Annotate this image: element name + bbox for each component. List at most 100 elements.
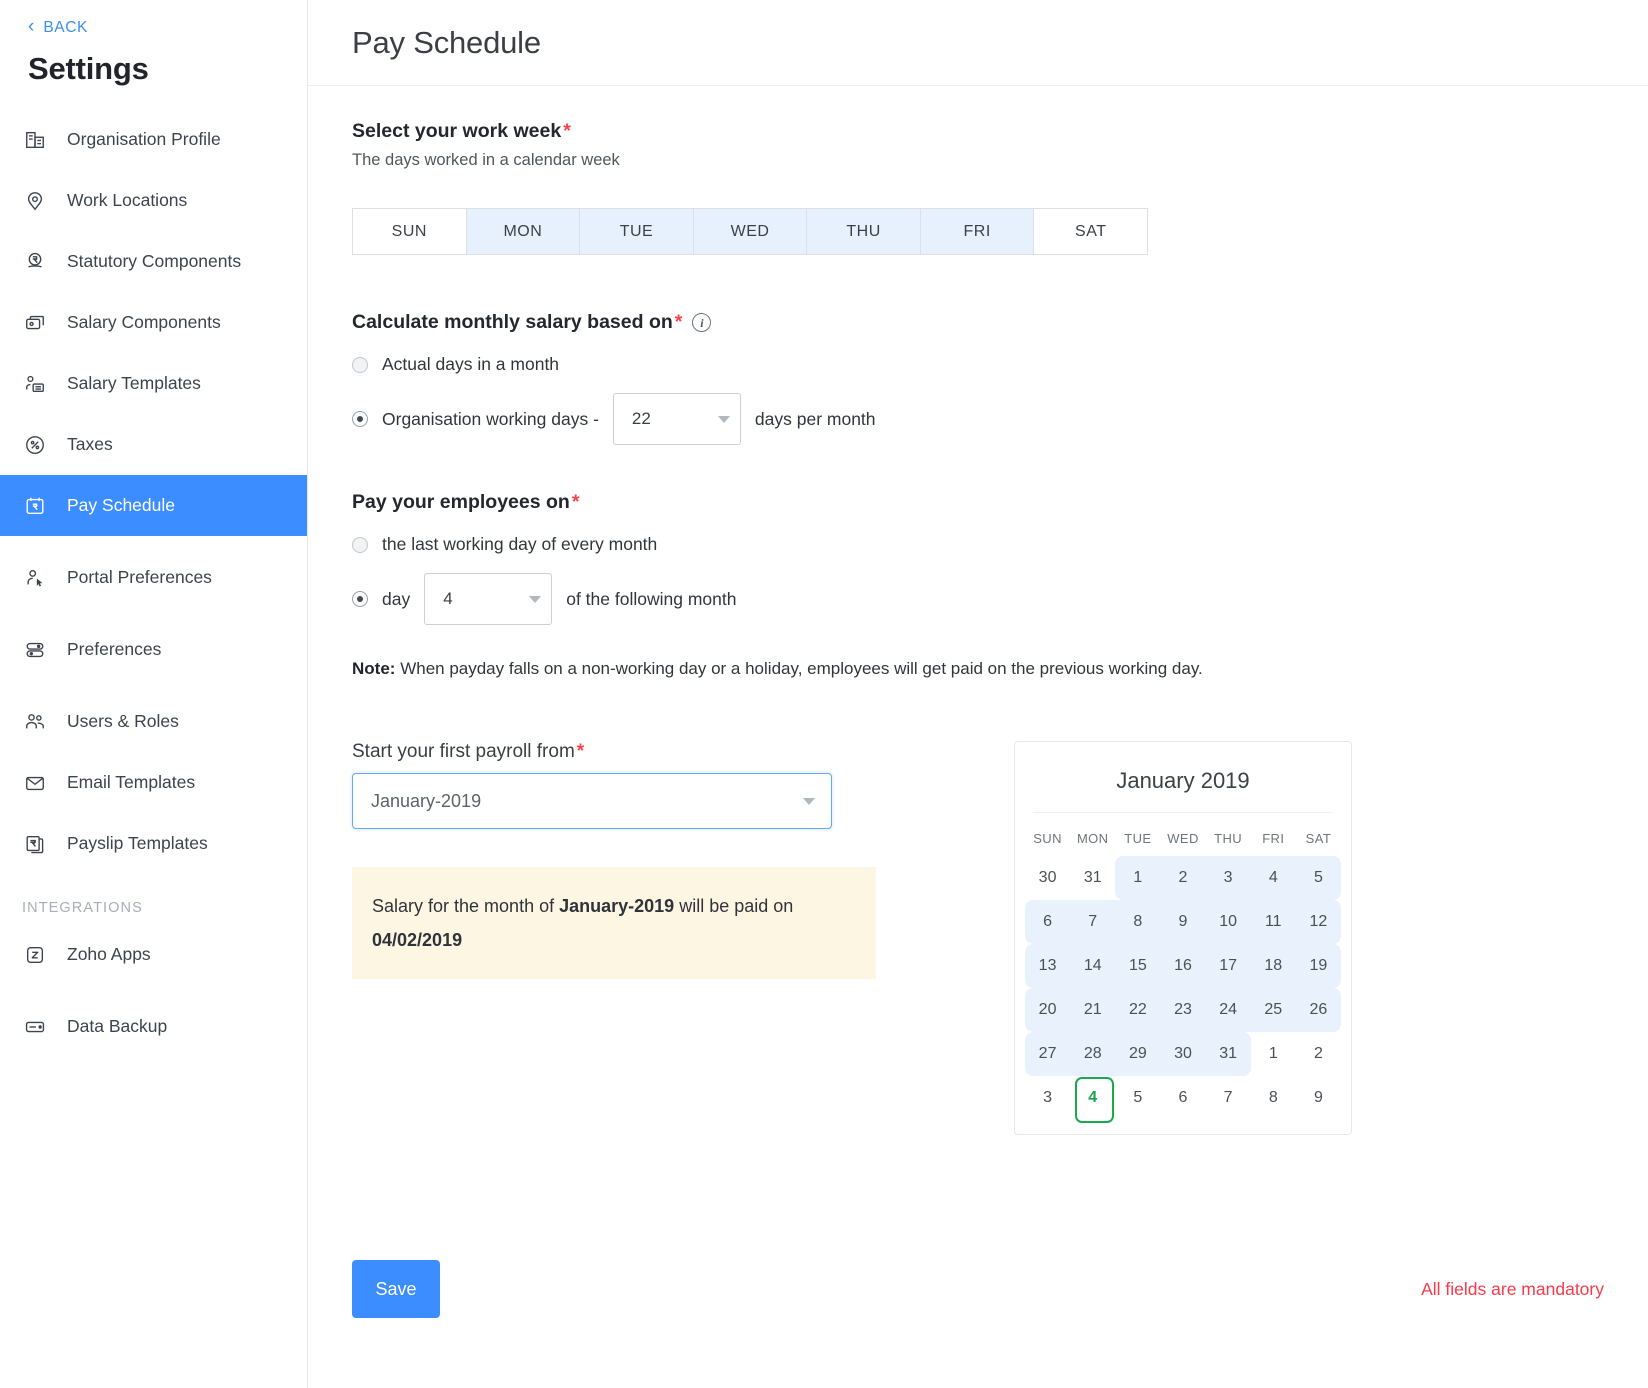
sidebar-item-work-locations[interactable]: Work Locations — [0, 170, 307, 231]
page-footer: Save All fields are mandatory — [352, 1260, 1604, 1318]
first-payroll-month-select[interactable]: January-2019 — [352, 773, 832, 829]
calendar-day[interactable]: 20 — [1025, 988, 1070, 1032]
chevron-down-icon — [803, 798, 815, 805]
sidebar-item-organisation-profile[interactable]: Organisation Profile — [0, 109, 307, 170]
calendar-day[interactable]: 5 — [1115, 1076, 1160, 1120]
calendar-day[interactable]: 1 — [1251, 1032, 1296, 1076]
calendar-day[interactable]: 21 — [1070, 988, 1115, 1032]
users-icon — [22, 709, 48, 735]
calendar-day[interactable]: 8 — [1251, 1076, 1296, 1120]
calendar-day[interactable]: 4 — [1251, 856, 1296, 900]
pay-on-option-day-of-month[interactable]: day 4 of the following month — [352, 573, 1604, 625]
calendar-day[interactable]: 7 — [1070, 900, 1115, 944]
radio-org-working-days-label: Organisation working days - — [382, 409, 599, 430]
sidebar-item-label: Salary Components — [67, 312, 221, 333]
calendar-day[interactable]: 5 — [1296, 856, 1341, 900]
mandatory-fields-message: All fields are mandatory — [1421, 1279, 1604, 1300]
calendar-day[interactable]: 9 — [1296, 1076, 1341, 1120]
first-payroll-label-text: Start your first payroll from — [352, 741, 575, 763]
radio-actual-days[interactable] — [352, 357, 368, 373]
weekday-thu[interactable]: THU — [806, 208, 920, 255]
calendar-day[interactable]: 24 — [1206, 988, 1251, 1032]
calendar-day[interactable]: 22 — [1115, 988, 1160, 1032]
sidebar-item-data-backup[interactable]: Data Backup — [0, 996, 307, 1057]
calendar-day[interactable]: 6 — [1160, 1076, 1205, 1120]
sidebar-item-statutory-components[interactable]: Statutory Components — [0, 231, 307, 292]
calendar-day[interactable]: 9 — [1160, 900, 1205, 944]
days-per-month-value: 22 — [632, 409, 718, 429]
pay-on-option-last-working-day[interactable]: the last working day of every month — [352, 534, 1604, 555]
calendar-day-selected[interactable]: 4 — [1070, 1076, 1115, 1120]
days-per-month-select[interactable]: 22 — [613, 393, 741, 445]
weekday-sat[interactable]: SAT — [1033, 208, 1148, 255]
calendar-day[interactable]: 2 — [1160, 856, 1205, 900]
salary-basis-label: Calculate monthly salary based on * i — [352, 311, 1604, 334]
weekday-tue[interactable]: TUE — [579, 208, 693, 255]
sidebar-item-email-templates[interactable]: Email Templates — [0, 752, 307, 813]
payday-note: Note: When payday falls on a non-working… — [352, 659, 1604, 679]
calendar-day[interactable]: 30 — [1160, 1032, 1205, 1076]
calendar-day[interactable]: 31 — [1070, 856, 1115, 900]
calendar-day[interactable]: 7 — [1206, 1076, 1251, 1120]
pay-day-select[interactable]: 4 — [424, 573, 552, 625]
calendar-day[interactable]: 17 — [1206, 944, 1251, 988]
calendar-day[interactable]: 19 — [1296, 944, 1341, 988]
calendar-day[interactable]: 16 — [1160, 944, 1205, 988]
sidebar-item-users-roles[interactable]: Users & Roles — [0, 691, 307, 752]
calendar-day[interactable]: 11 — [1251, 900, 1296, 944]
save-button[interactable]: Save — [352, 1260, 440, 1318]
calendar-day[interactable]: 10 — [1206, 900, 1251, 944]
calendar-wrapper: January 2019 SUN MON TUE WED THU FRI SAT… — [1014, 741, 1352, 1135]
sidebar-item-label: Payslip Templates — [67, 833, 208, 854]
sidebar-item-preferences[interactable]: Preferences — [0, 619, 307, 680]
calendar-day[interactable]: 1 — [1115, 856, 1160, 900]
calendar-day[interactable]: 3 — [1206, 856, 1251, 900]
calendar-day[interactable]: 2 — [1296, 1032, 1341, 1076]
calendar-day[interactable]: 29 — [1115, 1032, 1160, 1076]
calendar-day[interactable]: 31 — [1206, 1032, 1251, 1076]
calendar-day[interactable]: 12 — [1296, 900, 1341, 944]
sidebar-item-label: Statutory Components — [67, 251, 241, 272]
radio-org-working-days[interactable] — [352, 411, 368, 427]
calendar-day[interactable]: 25 — [1251, 988, 1296, 1032]
calendar-day[interactable]: 13 — [1025, 944, 1070, 988]
sidebar-item-salary-templates[interactable]: Salary Templates — [0, 353, 307, 414]
sidebar-item-pay-schedule[interactable]: Pay Schedule — [0, 475, 307, 536]
sidebar-item-portal-preferences[interactable]: Portal Preferences — [0, 547, 307, 608]
envelope-icon — [22, 770, 48, 796]
sidebar-item-salary-components[interactable]: Salary Components — [0, 292, 307, 353]
sidebar-item-payslip-templates[interactable]: Payslip Templates — [0, 813, 307, 874]
weekday-mon[interactable]: MON — [466, 208, 580, 255]
calendar-day[interactable]: 14 — [1070, 944, 1115, 988]
sidebar-item-label: Data Backup — [67, 1016, 167, 1037]
radio-last-working-day[interactable] — [352, 537, 368, 553]
weekday-wed[interactable]: WED — [693, 208, 807, 255]
sidebar-item-taxes[interactable]: Taxes — [0, 414, 307, 475]
calendar-day[interactable]: 3 — [1025, 1076, 1070, 1120]
rupee-documents-icon — [22, 831, 48, 857]
calendar-day[interactable]: 6 — [1025, 900, 1070, 944]
calendar-day[interactable]: 28 — [1070, 1032, 1115, 1076]
salary-basis-option-org-days[interactable]: Organisation working days - 22 days per … — [352, 393, 1604, 445]
first-payroll-label: Start your first payroll from * — [352, 741, 952, 763]
sidebar-item-zoho-apps[interactable]: Zoho Apps — [0, 924, 307, 985]
calendar-day[interactable]: 8 — [1115, 900, 1160, 944]
calendar-day[interactable]: 27 — [1025, 1032, 1070, 1076]
work-week-sublabel: The days worked in a calendar week — [352, 151, 1604, 170]
calendar-day[interactable]: 15 — [1115, 944, 1160, 988]
weekday-fri[interactable]: FRI — [920, 208, 1034, 255]
weekday-sun[interactable]: SUN — [352, 208, 466, 255]
sidebar-item-label: Pay Schedule — [67, 495, 175, 516]
salary-basis-label-text: Calculate monthly salary based on — [352, 311, 673, 334]
calendar-day[interactable]: 26 — [1296, 988, 1341, 1032]
calendar-day[interactable]: 23 — [1160, 988, 1205, 1032]
radio-day-of-month[interactable] — [352, 591, 368, 607]
calendar-day[interactable]: 18 — [1251, 944, 1296, 988]
back-label: BACK — [43, 19, 88, 37]
calendar-day[interactable]: 30 — [1025, 856, 1070, 900]
info-icon[interactable]: i — [692, 313, 711, 332]
back-link[interactable]: ‹ BACK — [0, 0, 307, 37]
salary-basis-option-actual-days[interactable]: Actual days in a month — [352, 354, 1604, 375]
sidebar-nav: Organisation Profile Work Locations — [0, 109, 307, 1057]
required-asterisk: * — [563, 120, 571, 143]
